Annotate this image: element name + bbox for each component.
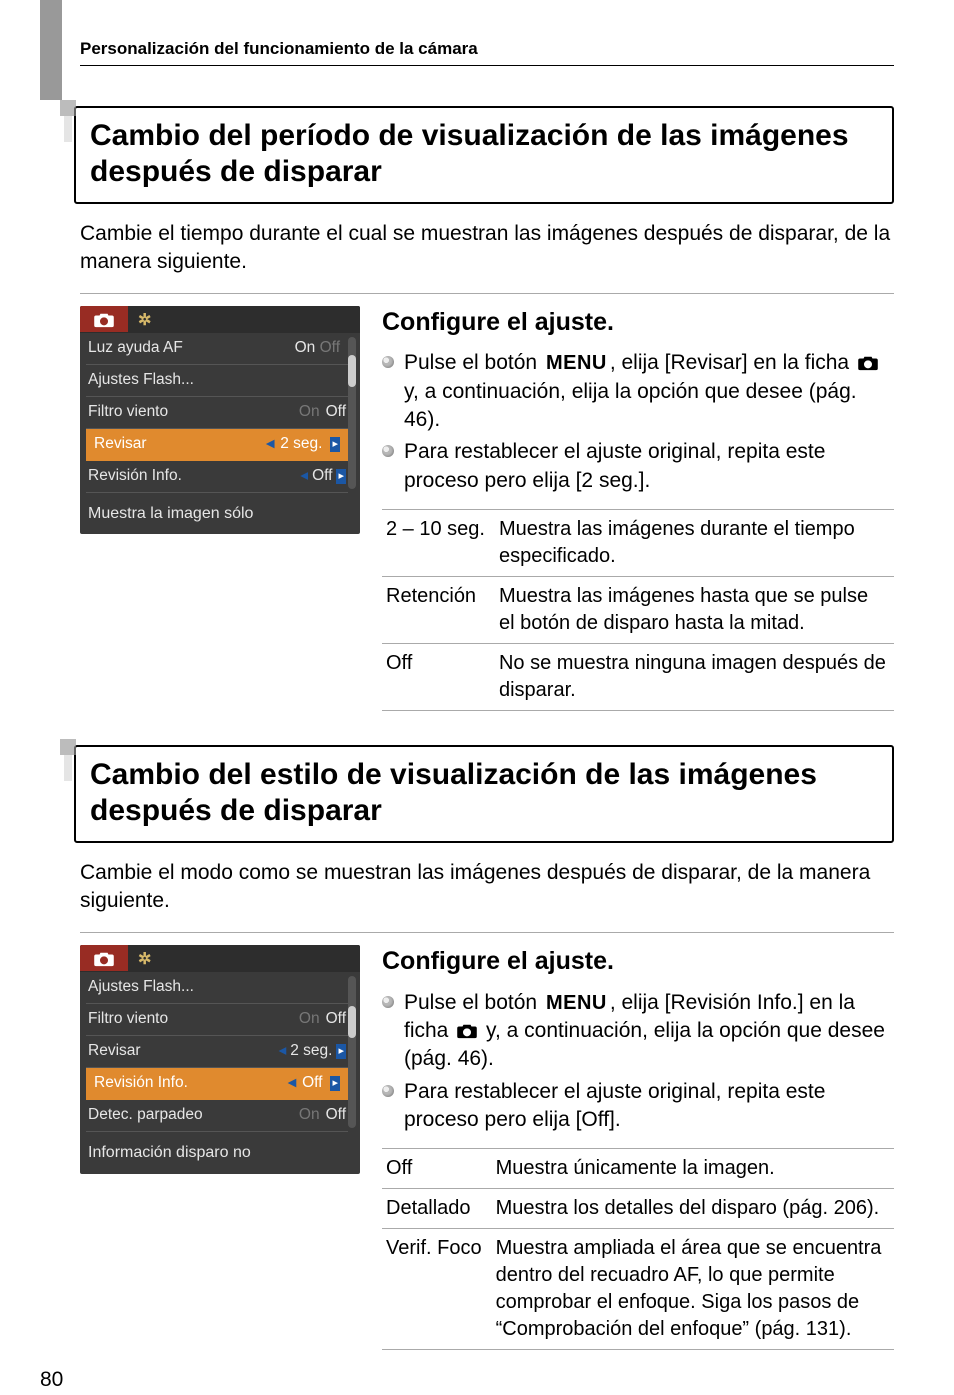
menu-item-label: Revisar (88, 1041, 141, 1062)
menu-item-selected: Revisión Info. ◂Off▸ (86, 1068, 348, 1100)
section-lead-2: Cambie el modo como se muestran las imág… (80, 859, 894, 916)
tab-camera-icon (80, 945, 128, 971)
instruction-item: Para restablecer el ajuste original, rep… (382, 1078, 894, 1135)
camera-icon (855, 351, 881, 374)
step-heading: Configure el ajuste. (382, 306, 894, 340)
section-title-1: Cambio del período de visualización de l… (74, 106, 894, 204)
menu-caption: Muestra la imagen sólo (80, 495, 360, 535)
menu-item-value: On (295, 339, 316, 356)
menu-list-1: Luz ayuda AF On Off Ajustes Flash... Fil… (80, 333, 360, 495)
menu-item-value: Off (326, 1106, 346, 1123)
options-table-1: 2 – 10 seg.Muestra las imágenes durante … (382, 509, 894, 711)
section-lead-1: Cambie el tiempo durante el cual se mues… (80, 220, 894, 277)
menu-scrollbar (348, 337, 356, 489)
menu-list-2: Ajustes Flash... Filtro viento OnOff Rev… (80, 972, 360, 1134)
menu-glyph: MENU (543, 992, 610, 1014)
section-title-2: Cambio del estilo de visualización de la… (74, 745, 894, 843)
divider (80, 932, 894, 933)
instruction-item: Pulse el botón MENU, elija [Revisión Inf… (382, 989, 894, 1074)
menu-item-value: 2 seg. (290, 1041, 332, 1062)
page-number: 80 (40, 1366, 894, 1394)
instruction-item: Para restablecer el ajuste original, rep… (382, 438, 894, 495)
menu-glyph: MENU (543, 352, 610, 374)
camera-icon (454, 1019, 480, 1042)
divider (80, 293, 894, 294)
breadcrumb: Personalización del funcionamiento de la… (80, 0, 894, 66)
options-table-2: OffMuestra únicamente la imagen. Detalla… (382, 1148, 894, 1350)
camera-menu-screenshot-2: ✲ Ajustes Flash... Filtro viento OnOff R… (80, 945, 360, 1174)
section-marker-icon (60, 100, 76, 116)
menu-item-label: Ajustes Flash... (88, 370, 194, 391)
menu-item-value: Off (326, 403, 346, 420)
section-marker-icon (60, 739, 76, 755)
menu-item-selected: Revisar ◂2 seg.▸ (86, 429, 348, 461)
step-heading: Configure el ajuste. (382, 945, 894, 979)
menu-item-label: Revisión Info. (88, 466, 182, 487)
menu-scrollbar (348, 976, 356, 1128)
menu-caption: Información disparo no (80, 1134, 360, 1174)
instruction-item: Pulse el botón MENU, elija [Revisar] en … (382, 349, 894, 434)
camera-menu-screenshot-1: ✲ Luz ayuda AF On Off Ajustes Flash... F… (80, 306, 360, 535)
menu-item-label: Luz ayuda AF (88, 338, 183, 359)
menu-item-label: Ajustes Flash... (88, 977, 194, 998)
menu-item-label: Detec. parpadeo (88, 1105, 203, 1126)
tab-tools-icon: ✲ (128, 306, 161, 334)
tab-camera-icon (80, 306, 128, 332)
menu-item-value: Off (326, 1010, 346, 1027)
tab-tools-icon: ✲ (128, 945, 161, 973)
menu-item-value: Off (312, 466, 332, 487)
side-tab-decoration (40, 0, 62, 100)
menu-item-label: Filtro viento (88, 402, 168, 423)
menu-item-label: Filtro viento (88, 1009, 168, 1030)
